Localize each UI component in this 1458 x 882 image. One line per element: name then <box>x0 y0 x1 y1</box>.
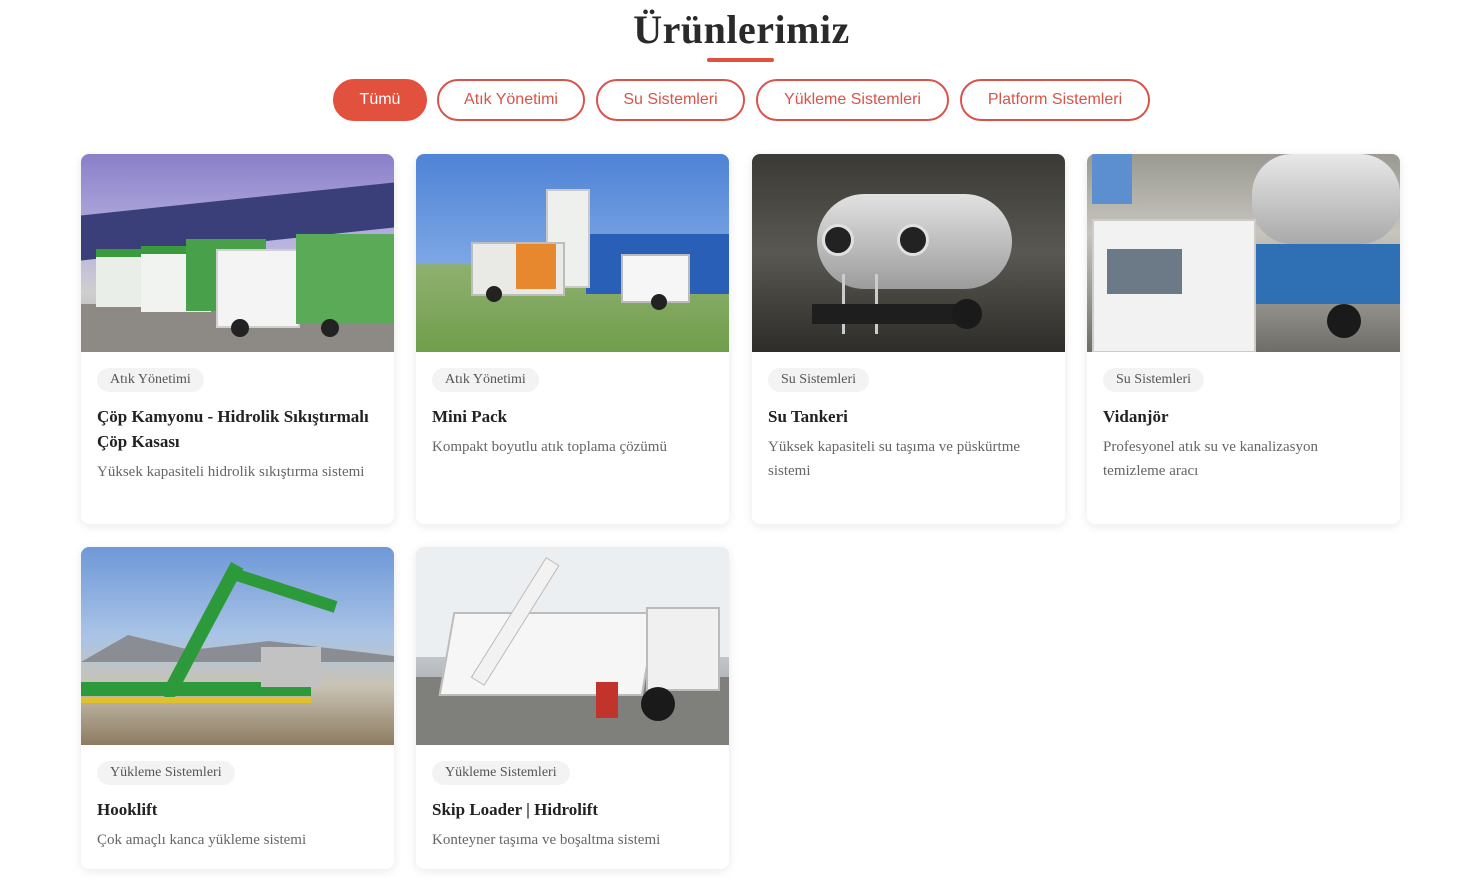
product-description: Yüksek kapasiteli hidrolik sıkıştırma si… <box>97 464 365 480</box>
product-title[interactable]: Mini Pack <box>432 404 713 429</box>
filter-loading-button[interactable]: Yükleme Sistemleri <box>756 79 949 121</box>
product-title[interactable]: Vidanjör <box>1103 404 1384 429</box>
category-tag: Atık Yönetimi <box>432 368 539 392</box>
product-description: Profesyonel atık su ve kanalizasyon temi… <box>1103 439 1318 479</box>
product-title[interactable]: Çöp Kamyonu - Hidrolik Sıkıştırmalı Çöp … <box>97 404 378 454</box>
product-description: Yüksek kapasiteli su taşıma ve püskürtme… <box>768 439 1021 479</box>
product-card-vidanjor[interactable]: Su Sistemleri Vidanjör Profesyonel atık … <box>1087 154 1400 524</box>
category-tag: Su Sistemleri <box>1103 368 1205 392</box>
product-title[interactable]: Hooklift <box>97 797 378 822</box>
filter-water-button[interactable]: Su Sistemleri <box>596 79 745 121</box>
product-card-cop-kamyonu[interactable]: Atık Yönetimi Çöp Kamyonu - Hidrolik Sık… <box>81 154 394 524</box>
section-title: Ürünlerimiz <box>633 7 850 52</box>
filter-bar: Tümü Atık Yönetimi Su Sistemleri Yükleme… <box>0 79 1458 121</box>
product-card-su-tankeri[interactable]: Su Sistemleri Su Tankeri Yüksek kapasite… <box>752 154 1065 524</box>
category-tag: Atık Yönetimi <box>97 368 204 392</box>
category-tag: Su Sistemleri <box>768 368 870 392</box>
product-card-skip-loader[interactable]: Yükleme Sistemleri Skip Loader | Hidroli… <box>416 547 729 869</box>
product-image <box>81 547 394 745</box>
product-image <box>416 154 729 352</box>
product-title[interactable]: Skip Loader | Hidrolift <box>432 797 713 822</box>
products-section: Ürünlerimiz Tümü Atık Yönetimi Su Sistem… <box>0 0 1458 882</box>
title-underline <box>707 58 774 62</box>
product-description: Konteyner taşıma ve boşaltma sistemi <box>432 832 661 848</box>
filter-all-button[interactable]: Tümü <box>333 79 427 121</box>
filter-platform-button[interactable]: Platform Sistemleri <box>960 79 1150 121</box>
product-title[interactable]: Su Tankeri <box>768 404 1049 429</box>
category-tag: Yükleme Sistemleri <box>97 761 235 785</box>
product-description: Çok amaçlı kanca yükleme sistemi <box>97 832 307 848</box>
product-image <box>81 154 394 352</box>
filter-waste-button[interactable]: Atık Yönetimi <box>437 79 585 121</box>
product-card-mini-pack[interactable]: Atık Yönetimi Mini Pack Kompakt boyutlu … <box>416 154 729 524</box>
category-tag: Yükleme Sistemleri <box>432 761 570 785</box>
product-image <box>1087 154 1400 352</box>
product-card-hooklift[interactable]: Yükleme Sistemleri Hooklift Çok amaçlı k… <box>81 547 394 869</box>
product-image <box>416 547 729 745</box>
product-description: Kompakt boyutlu atık toplama çözümü <box>432 439 667 455</box>
product-image <box>752 154 1065 352</box>
